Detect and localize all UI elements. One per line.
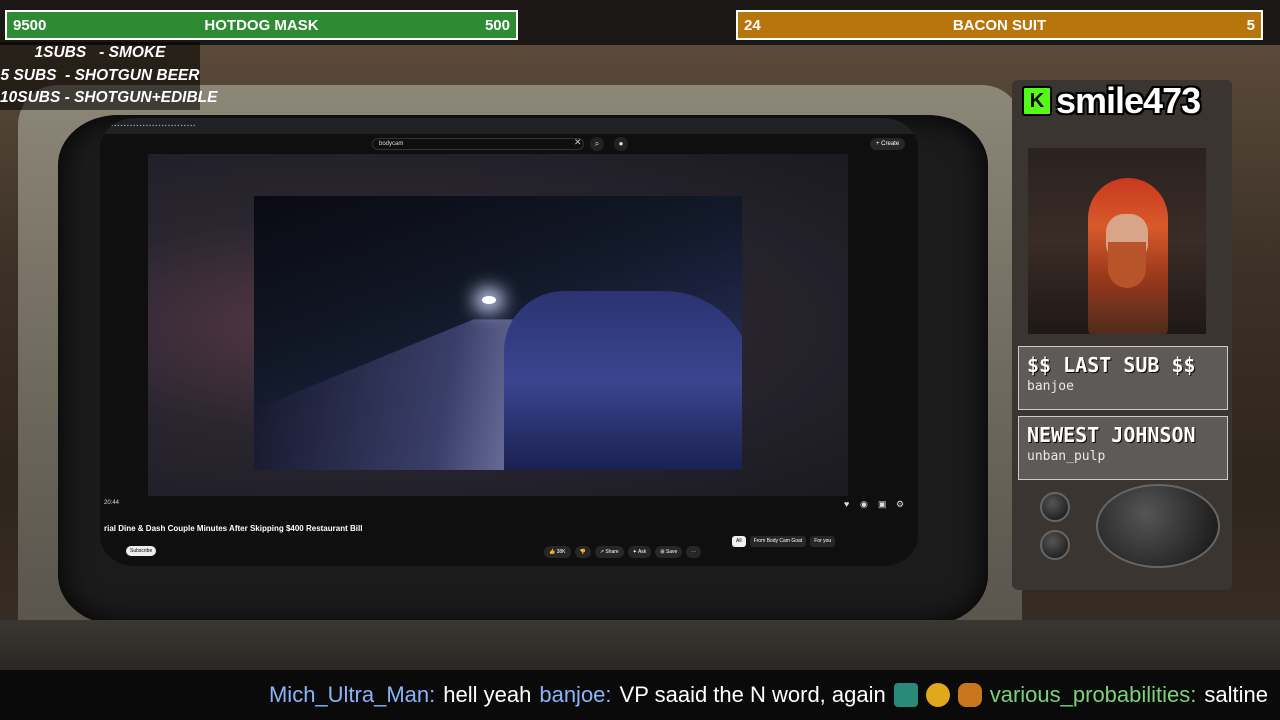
tv-knob-small	[1040, 492, 1070, 522]
create-button[interactable]: + Create	[870, 138, 906, 150]
channel-banner: K smile473	[1022, 78, 1230, 124]
video-title: rial Dine & Dash Couple Minutes After Sk…	[104, 524, 363, 533]
share-button[interactable]: ↗ Share	[594, 546, 624, 558]
subscribe-button[interactable]: Subscribe	[126, 546, 157, 556]
clear-search-icon[interactable]: ✕	[574, 137, 582, 148]
goal-target: 500	[484, 16, 510, 34]
tv-screen: ▪ ▪ ▪ ▪ ▪ ▪ ▪ ▪ ▪ ▪ ▪ ▪ ▪ ▪ ▪ ▪ ▪ ▪ ▪ ▪ …	[100, 118, 918, 566]
settings-icon[interactable]: ⚙	[896, 499, 904, 510]
video-player[interactable]	[148, 154, 848, 496]
like-button[interactable]: 👍 38K	[544, 546, 571, 558]
tv-knob-small	[1040, 530, 1070, 560]
last-sub-value: banjoe	[1027, 379, 1074, 394]
chat-message: VP saaid the N word, again	[619, 682, 886, 707]
chat-badge-icon	[893, 683, 918, 707]
heart-icon[interactable]: ♥	[844, 499, 849, 509]
chat-ticker: Mich_Ultra_Man: hell yeah banjoe: VP saa…	[0, 670, 1280, 720]
kick-logo-icon: K	[1022, 86, 1052, 116]
sub-incentive-list: 1SUBS - SMOKE 5 SUBS - SHOTGUN BEER 10SU…	[0, 42, 218, 110]
sub-incentive: 1SUBS - SMOKE	[34, 44, 166, 61]
recommendation-chips: All From Body Cam Goat For you	[732, 536, 836, 547]
streamer-beard	[1108, 242, 1146, 288]
youtube-header: bodycam ✕ ⌕ ● + Create	[100, 134, 918, 154]
goal-count: 24	[744, 16, 761, 34]
newest-title: NEWEST JOHNSON	[1027, 423, 1196, 447]
video-car	[504, 291, 742, 470]
sub-badge-icon	[925, 683, 950, 707]
sub-incentive: 5 SUBS - SHOTGUN BEER	[0, 66, 200, 84]
search-input[interactable]: bodycam	[372, 138, 584, 150]
goal-bar-hotdog-mask: HOTDOG MASK 9500 500	[5, 10, 518, 40]
channel-name: smile473	[1056, 80, 1201, 121]
video-actions: 👍 38K 👎 ↗ Share ✦ Ask ⊞ Save ⋯	[544, 546, 702, 558]
goal-name: BACON SUIT	[952, 16, 1047, 34]
captions-icon[interactable]: ▣	[878, 499, 887, 510]
goal-bar-bacon-suit: BACON SUIT 24 5	[736, 10, 1263, 40]
chat-message: saltine	[1204, 682, 1268, 707]
goal-count: 9500	[13, 16, 47, 34]
floor-shelf	[0, 620, 1280, 670]
chip-for-you[interactable]: For you	[810, 536, 836, 547]
newest-box: NEWEST JOHNSON unban_pulp	[1018, 416, 1228, 480]
save-button[interactable]: ⊞ Save	[655, 546, 683, 558]
chat-username: various_probabilities:	[989, 682, 1197, 707]
chip-all[interactable]: All	[732, 536, 746, 547]
last-sub-title: $$ LAST SUB $$	[1027, 353, 1196, 377]
more-button[interactable]: ⋯	[686, 546, 702, 558]
video-time: 20:44	[104, 500, 120, 506]
webcam-feed	[1028, 148, 1206, 334]
browser-tab-strip[interactable]: ▪ ▪ ▪ ▪ ▪ ▪ ▪ ▪ ▪ ▪ ▪ ▪ ▪ ▪ ▪ ▪ ▪ ▪ ▪ ▪ …	[100, 118, 918, 134]
chip-from-channel[interactable]: From Body Cam Goat	[749, 536, 807, 547]
tv-knobs	[1020, 482, 1230, 572]
sub-incentive: 10SUBS - SHOTGUN+EDIBLE	[0, 89, 218, 106]
goal-target: 5	[1246, 16, 1255, 34]
hotdog-badge-icon	[957, 683, 982, 707]
tv-channel-dial	[1096, 484, 1220, 568]
video-frame[interactable]	[254, 196, 742, 470]
dislike-button[interactable]: 👎	[574, 546, 591, 558]
goal-name: HOTDOG MASK	[204, 16, 319, 34]
chat-username: banjoe:	[539, 682, 612, 707]
last-sub-box: $$ LAST SUB $$ banjoe	[1018, 346, 1228, 410]
ask-button[interactable]: ✦ Ask	[627, 546, 652, 558]
newest-value: unban_pulp	[1027, 449, 1106, 464]
player-controls: 20:44 ♥ ◉ ▣ ⚙	[100, 496, 918, 516]
microphone-icon[interactable]: ●	[614, 137, 628, 151]
search-icon[interactable]: ⌕	[590, 137, 604, 151]
chat-message: hell yeah	[443, 682, 532, 707]
autoplay-toggle-icon[interactable]: ◉	[860, 499, 868, 510]
video-headlight	[482, 296, 496, 304]
tab[interactable]: ▪ ▪ ▪ ▪ ▪ ▪ ▪ ▪ ▪ ▪ ▪ ▪ ▪ ▪ ▪ ▪ ▪ ▪ ▪ ▪ …	[108, 123, 195, 129]
chat-username: Mich_Ultra_Man:	[268, 682, 436, 707]
